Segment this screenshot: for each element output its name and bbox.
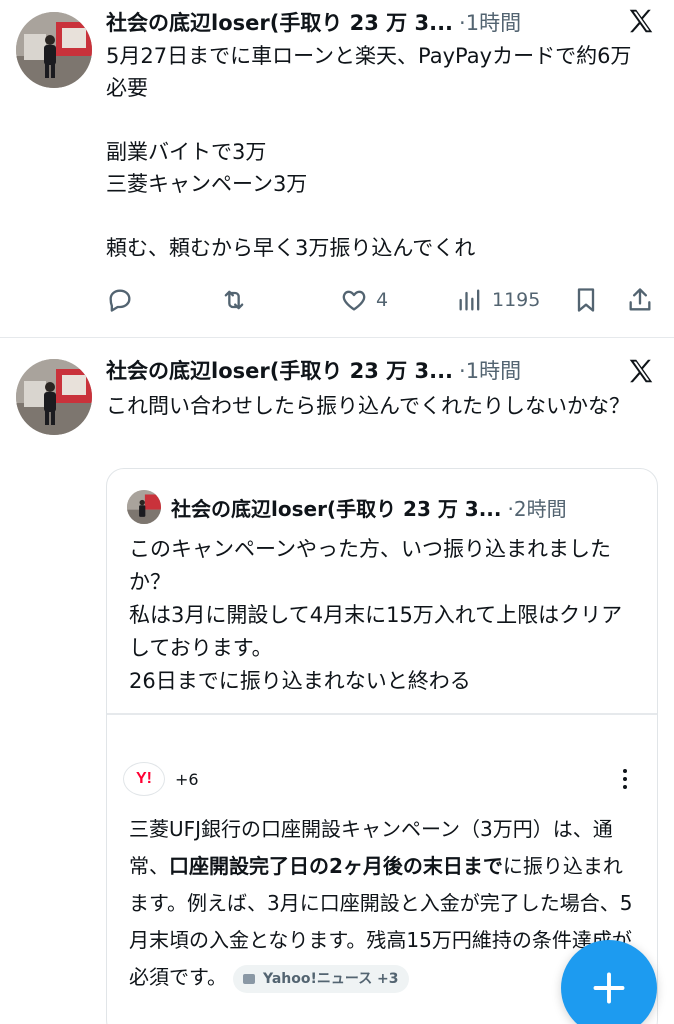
divider [107,713,657,715]
source-count: +6 [175,769,199,789]
like-button[interactable]: 4 [340,282,388,318]
avatar[interactable] [16,12,92,88]
timestamp[interactable]: ·1時間 [459,7,521,37]
quoted-tweet[interactable]: 社会の底辺loser(手取り 23 万 3... ·2時間 このキャンペーンやっ… [106,468,658,1024]
avatar-photo [16,12,92,88]
plus-icon [593,972,625,1004]
tweet[interactable]: 社会の底辺loser(手取り 23 万 3... ·1時間 これ問い合わせしたら… [0,338,674,1024]
bookmark-button[interactable] [572,282,600,318]
timestamp[interactable]: ·1時間 [459,355,521,385]
source-row[interactable]: Y! +6 [123,761,199,797]
reply-icon [109,289,131,312]
community-note: 三菱UFJ銀行の口座開設キャンペーン（3万円）は、通常、口座開設完了日の2ヶ月後… [129,811,635,996]
x-logo-icon [629,9,653,33]
reply-button[interactable] [106,282,134,318]
note-text-bold: 口座開設完了日の2ヶ月後の末日まで [169,854,503,878]
bookmark-icon [577,288,595,312]
citation-label: Yahoo!ニュース +3 [263,970,399,987]
like-count: 4 [376,289,389,311]
action-bar: 4 1195 [106,282,658,318]
tweet-text: 5月27日までに車ローンと楽天、PayPayカードで約6万必要 副業バイトで3万… [106,44,632,260]
retweet-icon [224,290,244,310]
share-icon [629,288,651,311]
like-icon [342,290,366,311]
views-icon [459,289,480,311]
x-logo-icon [629,359,653,383]
timestamp: ·2時間 [507,496,567,521]
author-name[interactable]: 社会の底辺loser(手取り 23 万 3... [106,355,453,385]
views-button[interactable]: 1195 [456,282,540,318]
share-button[interactable] [626,282,654,318]
avatar-photo [127,490,161,524]
tweet-header: 社会の底辺loser(手取り 23 万 3... ·1時間 [106,4,614,40]
tweet-text: これ問い合わせしたら振り込んでくれたりしないかな？ [106,394,630,418]
citation-chip[interactable]: Yahoo!ニュース +3 [233,964,409,993]
document-icon [243,973,255,984]
tweet[interactable]: 社会の底辺loser(手取り 23 万 3... ·1時間 5月27日までに車ロ… [0,0,674,338]
view-count: 1195 [492,289,541,311]
more-options-icon[interactable] [613,765,637,793]
yahoo-logo-icon: Y! [123,762,165,796]
quoted-tweet-text: このキャンペーンやった方、いつ振り込まれましたか？ 私は3月に開設して4月末に1… [129,537,623,693]
author-name: 社会の底辺loser(手取り 23 万 3... [171,496,502,521]
tweet-header: 社会の底辺loser(手取り 23 万 3... ·1時間 [106,352,614,388]
author-name[interactable]: 社会の底辺loser(手取り 23 万 3... [106,7,453,37]
avatar-photo [16,359,92,435]
avatar[interactable] [16,359,92,435]
quoted-tweet-header: 社会の底辺loser(手取り 23 万 3... ·2時間 [127,489,567,525]
retweet-button[interactable] [220,282,248,318]
avatar [127,490,161,524]
